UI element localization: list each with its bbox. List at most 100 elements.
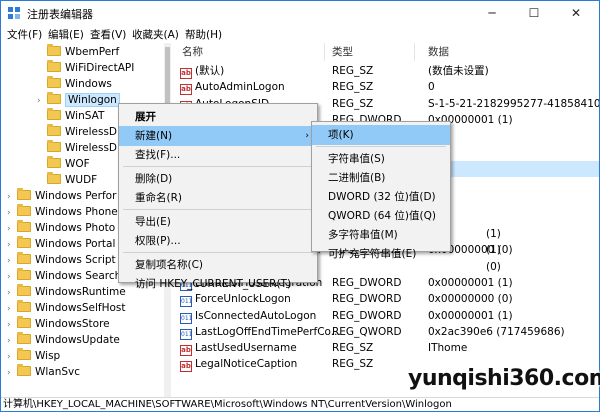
menu-item[interactable]: 字符串值(S) [312,149,450,169]
tree-item[interactable]: › WindowsStore [7,316,110,332]
menu-item-label: 导出(E) [135,216,171,228]
menu-help[interactable]: 帮助(H) [185,27,222,42]
value-data: 0x00000000 (0) [428,293,513,306]
menu-edit[interactable]: 编辑(E) [48,27,84,42]
menu-item[interactable]: 导出(E) [119,212,317,232]
expand-chevron-icon[interactable]: › [37,93,47,109]
value-type: REG_DWORD [332,276,402,289]
menu-item[interactable]: DWORD (32 位)值(D) [312,187,450,207]
menu-item[interactable]: 二进制值(B) [312,168,450,188]
tree-item[interactable]: WirelessD [37,140,117,156]
folder-icon [17,332,31,344]
menu-item[interactable]: 复制项名称(C) [119,255,317,275]
tree-item-label: WindowsRuntime [35,286,126,298]
value-row[interactable]: ab AutoAdminLogon REG_SZ 0 [174,79,599,96]
tree-item[interactable]: › Winlogon [37,92,120,108]
tree-item[interactable]: › WindowsRuntime [7,284,126,300]
column-separator[interactable] [414,43,415,61]
maximize-button[interactable]: ☐ [513,1,555,25]
tree-item[interactable]: › Windows Photo [7,220,115,236]
menu-item-label: QWORD (64 位)值(Q) [328,210,436,222]
expand-chevron-icon[interactable]: › [7,237,17,253]
title-bar[interactable]: 注册表编辑器 ─ ☐ ✕ [1,1,599,25]
value-type: REG_DWORD [332,309,402,322]
tree-item-label: WirelessD [65,142,118,154]
value-data: 0x00000001 (1) [428,276,513,289]
tree-item[interactable]: › WindowsSelfHost [7,300,126,316]
menu-view[interactable]: 查看(V) [90,27,126,42]
expand-chevron-icon[interactable]: › [7,189,17,205]
expand-chevron-icon[interactable]: › [7,301,17,317]
value-row[interactable]: ab (默认) REG_SZ (数值未设置) [174,63,599,79]
menu-item[interactable]: 多字符串值(M) [312,225,450,245]
folder-icon [17,252,31,264]
value-data: 0x00000001 (1) [428,309,513,322]
tree-item[interactable]: › Windows Search [7,268,121,284]
folder-icon [47,108,61,120]
expand-chevron-icon[interactable]: › [7,253,17,269]
menu-file[interactable]: 文件(F) [7,27,42,42]
value-row[interactable]: 011 LastLogOffEndTimePerfCo... REG_QWORD 0x… [174,324,599,340]
tree-item[interactable]: WinSAT [37,108,104,124]
tree-item[interactable]: › Windows Portal [7,236,115,252]
tree-item[interactable]: › Wisp [7,348,60,364]
tree-item-label: Windows Script [35,254,116,266]
menu-item[interactable]: 访问 HKEY_CURRENT_USER(T) [119,274,317,294]
close-button[interactable]: ✕ [555,1,597,25]
expand-chevron-icon[interactable]: › [7,205,17,221]
tree-item[interactable]: › WlanSvc [7,364,80,380]
expand-chevron-icon[interactable]: › [7,333,17,349]
tree-item[interactable]: › Windows Perfor [7,188,116,204]
expand-chevron-icon[interactable]: › [7,349,17,365]
menu-item[interactable]: 项(K) [312,125,450,145]
menu-item[interactable]: 查找(F)... [119,145,317,165]
folder-icon [17,204,31,216]
folder-icon [17,220,31,232]
column-header-data[interactable]: 数据 [428,43,449,61]
string-value-icon: ab [180,361,192,373]
tree-item[interactable]: › WindowsUpdate [7,332,120,348]
minimize-button[interactable]: ─ [471,1,513,25]
menu-item[interactable]: 展开 [119,107,317,127]
value-name: (默认) [195,65,225,77]
expand-chevron-icon[interactable]: › [7,365,17,381]
folder-icon [17,300,31,312]
value-type: REG_SZ [332,342,374,355]
expand-chevron-icon[interactable]: › [7,317,17,333]
tree-item[interactable]: Windows [37,76,112,92]
expand-chevron-icon[interactable]: › [7,269,17,285]
menu-item[interactable]: 可扩充字符串值(E) [312,244,450,264]
tree-item[interactable]: WirelessD [37,124,117,140]
tree-item[interactable]: › Windows Phone [7,204,118,220]
string-value-icon: ab [180,84,192,96]
context-menu: 展开 新建(N) › 查找(F)... 删除(D) 重命名(R) 导出(E) 权限(P)...… [118,103,318,290]
tree-item[interactable]: › Windows Script [7,252,116,268]
folder-icon [17,284,31,296]
menu-item[interactable]: 删除(D) [119,169,317,189]
column-header-type[interactable]: 类型 [332,43,353,61]
folder-icon [17,188,31,200]
value-row[interactable]: ab LastUsedUsername REG_SZ IThome [174,340,599,357]
folder-icon [47,60,61,72]
menu-item[interactable]: 权限(P)... [119,231,317,251]
menu-bar: 文件(F) 编辑(E) 查看(V) 收藏夹(A) 帮助(H) [1,25,599,43]
value-data: (1) [486,228,501,240]
tree-item-label: Winlogon [65,93,120,107]
column-header-name[interactable]: 名称 [182,43,203,61]
tree-item[interactable]: WUDF [37,172,97,188]
value-row[interactable]: 011 IsConnectedAutoLogon REG_DWORD 0x000000… [174,308,599,324]
menu-favorites[interactable]: 收藏夹(A) [132,27,179,42]
expand-chevron-icon[interactable]: › [7,221,17,237]
binary-value-icon: 011 [180,328,193,340]
menu-item-label: 多字符串值(M) [328,229,398,241]
tree-item[interactable]: WbemPerf [37,44,119,60]
menu-item[interactable]: 重命名(R) [119,188,317,208]
tree-item[interactable]: WOF [37,156,90,172]
column-separator[interactable] [324,43,325,61]
expand-chevron-icon[interactable]: › [7,285,17,301]
menu-item-label: 字符串值(S) [328,153,385,165]
menu-item[interactable]: QWORD (64 位)值(Q) [312,206,450,226]
value-type: REG_SZ [332,65,374,77]
menu-item[interactable]: 新建(N) › [119,126,317,146]
tree-item[interactable]: WiFiDirectAPI [37,60,134,76]
